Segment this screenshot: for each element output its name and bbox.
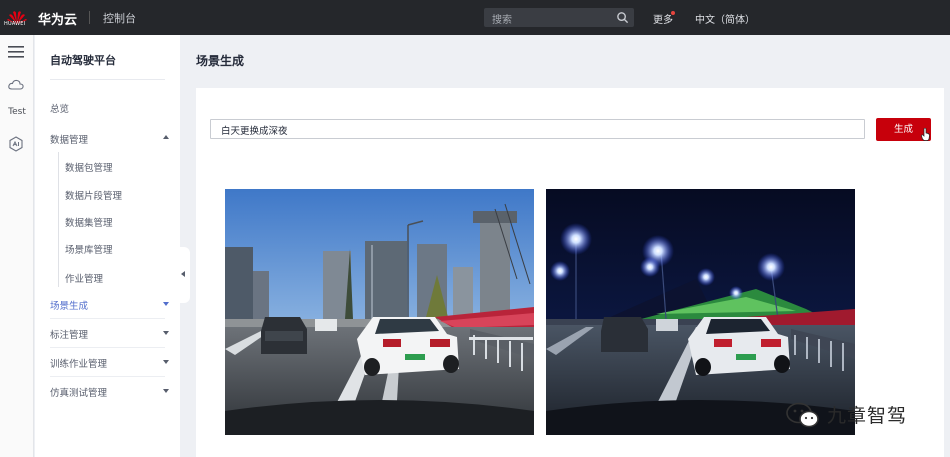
icon-rail: Test [0, 35, 34, 457]
menu-icon[interactable] [8, 45, 24, 59]
caret-down-icon[interactable] [163, 331, 169, 335]
rail-test-label[interactable]: Test [0, 107, 34, 117]
prompt-value: 白天更换成深夜 [221, 126, 288, 137]
sidebar-item-scene-generation[interactable]: 场景生成 [50, 298, 88, 312]
huawei-logo-icon[interactable] [6, 5, 28, 31]
notification-dot [671, 11, 675, 15]
language-selector[interactable]: 中文（简体） [695, 11, 755, 26]
divider [50, 318, 165, 319]
sidebar-subitem-jobs[interactable]: 作业管理 [65, 271, 103, 285]
more-menu[interactable]: 更多 [653, 11, 673, 26]
hand-cursor-icon [921, 128, 930, 141]
page-title: 场景生成 [196, 54, 245, 68]
sidebar-collapse-toggle[interactable] [178, 247, 190, 303]
sidebar-subitem-data-segment[interactable]: 数据片段管理 [65, 188, 122, 202]
sidebar-subitem-scene-library[interactable]: 场景库管理 [65, 242, 113, 256]
chevron-left-icon [181, 271, 185, 277]
logo-text: HUAWEI [4, 21, 26, 27]
ai-icon[interactable] [8, 136, 24, 152]
scene-prompt-input[interactable]: 白天更换成深夜 [210, 119, 865, 139]
sidebar-item-simulation[interactable]: 仿真测试管理 [50, 385, 107, 399]
search-placeholder: 搜索 [492, 15, 512, 26]
caret-down-icon[interactable] [163, 389, 169, 393]
wechat-icon [786, 402, 819, 428]
sidebar-item-annotation[interactable]: 标注管理 [50, 327, 88, 341]
sidebar-item-training[interactable]: 训练作业管理 [50, 356, 107, 370]
generated-night-image [546, 189, 855, 435]
cloud-icon[interactable] [8, 78, 24, 92]
sidebar-item-overview[interactable]: 总览 [50, 101, 69, 115]
caret-down-icon[interactable] [163, 360, 169, 364]
search-icon[interactable] [616, 11, 629, 24]
sidebar: 自动驾驶平台 总览 数据管理 数据包管理 数据片段管理 数据集管理 场景库管理 … [35, 35, 180, 457]
sidebar-subitem-data-package[interactable]: 数据包管理 [65, 160, 113, 174]
divider [89, 11, 90, 24]
tree-line [58, 152, 59, 287]
daytime-scene-graphic [225, 189, 534, 435]
divider [50, 79, 165, 80]
sidebar-title: 自动驾驶平台 [50, 54, 116, 67]
top-navigation-bar: HUAWEI 华为云 控制台 搜索 更多 中文（简体） [0, 0, 950, 35]
caret-up-icon[interactable] [163, 135, 169, 139]
caret-down-icon[interactable] [163, 302, 169, 306]
search-input[interactable]: 搜索 [484, 8, 634, 27]
divider [50, 376, 165, 377]
original-daytime-image [225, 189, 534, 435]
console-link[interactable]: 控制台 [103, 10, 136, 26]
sidebar-item-data-management[interactable]: 数据管理 [50, 132, 88, 146]
night-scene-graphic [546, 189, 855, 435]
sidebar-subitem-dataset[interactable]: 数据集管理 [65, 215, 113, 229]
brand-name[interactable]: 华为云 [38, 9, 77, 28]
divider [50, 347, 165, 348]
watermark-text: 九章智驾 [827, 405, 908, 427]
